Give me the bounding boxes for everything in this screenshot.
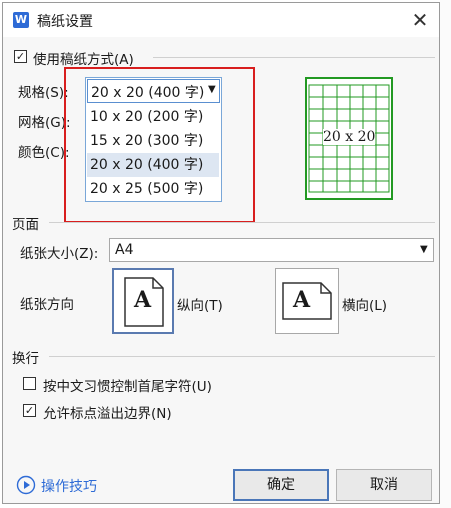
- wps-writer-icon: W: [13, 12, 29, 28]
- grid-preview: 20 x 20: [305, 77, 393, 200]
- punctuation-overflow-label: 允许标点溢出边界(N): [43, 406, 172, 422]
- dialog-title: 稿纸设置: [37, 14, 93, 30]
- section-divider: [49, 222, 435, 223]
- chevron-down-icon[interactable]: ▼: [420, 244, 428, 255]
- highlight-box: [64, 67, 255, 223]
- paper-size-value: A4: [115, 242, 134, 258]
- section-divider: [153, 57, 435, 58]
- use-grid-paper-checkbox[interactable]: ✓: [14, 50, 27, 63]
- cjk-line-break-label: 按中文习惯控制首尾字符(U): [43, 379, 212, 395]
- paper-size-select[interactable]: A4 ▼: [109, 238, 434, 262]
- use-grid-paper-label: 使用稿纸方式(A): [33, 52, 134, 68]
- landscape-label[interactable]: 横向(L): [342, 294, 387, 314]
- portrait-label[interactable]: 纵向(T): [177, 294, 223, 314]
- cancel-button[interactable]: 取消: [336, 469, 432, 501]
- grid-label: 网格(G):: [18, 115, 71, 131]
- close-icon[interactable]: ✕: [409, 9, 431, 31]
- portrait-option[interactable]: A: [112, 268, 174, 334]
- section-divider: [49, 356, 435, 357]
- page-grid-settings-dialog: W 稿纸设置 ✕ ✓ 使用稿纸方式(A) 规格(S): 网格(G): 颜色(C)…: [2, 2, 440, 504]
- orientation-label: 纸张方向: [20, 297, 74, 313]
- ok-button[interactable]: 确定: [233, 469, 329, 501]
- title-bar: W 稿纸设置 ✕: [3, 3, 439, 37]
- play-circle-icon[interactable]: [16, 475, 36, 495]
- wrap-section-title: 换行: [12, 351, 39, 367]
- color-label: 颜色(C):: [18, 145, 70, 161]
- punctuation-overflow-checkbox[interactable]: ✓: [23, 404, 36, 417]
- portrait-letter: A: [134, 287, 152, 313]
- page-section-title: 页面: [12, 217, 39, 233]
- grid-preview-label: 20 x 20: [323, 129, 376, 145]
- landscape-option[interactable]: A: [275, 268, 339, 334]
- landscape-letter: A: [293, 287, 311, 313]
- paper-size-label: 纸张大小(Z):: [20, 246, 99, 262]
- cjk-line-break-checkbox[interactable]: [23, 377, 36, 390]
- spec-label: 规格(S):: [18, 85, 69, 101]
- tips-link[interactable]: 操作技巧: [41, 476, 97, 496]
